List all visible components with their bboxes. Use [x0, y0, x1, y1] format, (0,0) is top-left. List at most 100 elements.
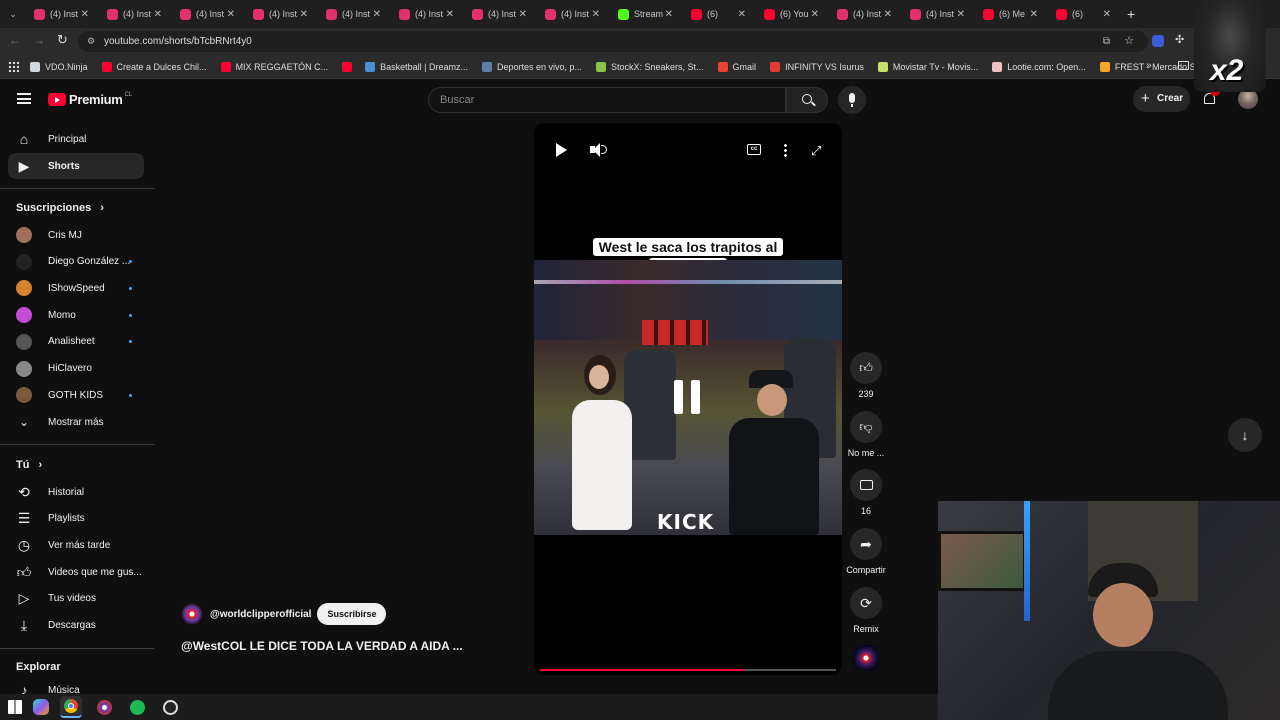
- bookmark-item[interactable]: Movistar Tv - Movis...: [877, 61, 978, 72]
- bookmark-item[interactable]: INFINITY VS Isurus: [770, 61, 864, 72]
- forward-icon[interactable]: →: [33, 33, 45, 47]
- sidebar-subscription-item[interactable]: Cris MJ: [8, 222, 144, 248]
- subscriptions-heading[interactable]: Suscripciones ›: [16, 202, 104, 214]
- close-icon[interactable]: ✕: [957, 9, 965, 20]
- back-icon[interactable]: ←: [9, 33, 21, 47]
- pause-icon[interactable]: [674, 380, 704, 414]
- extension-icon[interactable]: [1152, 35, 1164, 47]
- sidebar-item-video[interactable]: ▷ Tus videos: [8, 586, 144, 612]
- browser-tab[interactable]: (4) Inst ✕: [245, 0, 318, 28]
- short-title[interactable]: @WestCOL LE DICE TODA LA VERDAD A AIDA .…: [181, 639, 463, 653]
- spotify-icon[interactable]: [126, 696, 148, 718]
- app-icon[interactable]: [93, 696, 115, 718]
- channel-thumbnail[interactable]: [853, 645, 879, 671]
- sidebar-subscription-item[interactable]: IShowSpeed: [8, 275, 144, 301]
- address-bar[interactable]: ⚙ youtube.com/shorts/bTcbRNrt4y0 ⧉ ☆: [78, 31, 1148, 52]
- you-heading[interactable]: Tú ›: [16, 459, 42, 471]
- shorts-player[interactable]: cc ⤢ West le saca los trapitos al sol a …: [534, 123, 842, 675]
- like-button[interactable]: 👍︎ 239: [845, 352, 887, 399]
- bookmark-item[interactable]: MIX REGGAETÓN C...: [220, 61, 328, 72]
- close-icon[interactable]: ✕: [738, 9, 746, 20]
- new-tab-button[interactable]: +: [1127, 6, 1135, 22]
- bookmark-item[interactable]: FREST - Mercado Sa...: [1099, 61, 1208, 72]
- browser-tab[interactable]: (6) You ✕: [756, 0, 829, 28]
- menu-hamburger-icon[interactable]: [17, 93, 31, 104]
- remix-button[interactable]: ⟳ Remix: [845, 587, 887, 634]
- obs-icon[interactable]: [159, 696, 181, 718]
- close-icon[interactable]: ✕: [81, 9, 89, 20]
- close-icon[interactable]: ✕: [665, 9, 673, 20]
- browser-tab[interactable]: (6) Me ✕: [975, 0, 1048, 28]
- browser-tab[interactable]: (4) Inst ✕: [318, 0, 391, 28]
- search-button[interactable]: [786, 87, 828, 113]
- chrome-icon[interactable]: [60, 696, 82, 718]
- apps-grid-icon[interactable]: [8, 61, 19, 72]
- youtube-logo[interactable]: Premium CL: [48, 92, 132, 107]
- browser-tab[interactable]: (4) Inst ✕: [537, 0, 610, 28]
- close-icon[interactable]: ✕: [884, 9, 892, 20]
- bookmark-star-icon[interactable]: ☆: [1124, 31, 1134, 52]
- install-app-icon[interactable]: ⧉: [1103, 31, 1110, 52]
- reload-icon[interactable]: ↻: [57, 32, 68, 48]
- close-icon[interactable]: ✕: [300, 9, 308, 20]
- dislike-button[interactable]: 👎︎ No me ...: [845, 411, 887, 458]
- avatar[interactable]: [1238, 89, 1258, 109]
- close-icon[interactable]: ✕: [519, 9, 527, 20]
- sidebar-subscription-item[interactable]: HiClavero: [8, 356, 144, 382]
- sidebar-item-principal[interactable]: ⌂ Principal: [8, 126, 144, 152]
- browser-tab[interactable]: (6) ✕: [1048, 0, 1121, 28]
- copilot-icon[interactable]: [33, 699, 49, 715]
- play-button[interactable]: [556, 143, 567, 157]
- tab-list-chevron-icon[interactable]: ⌄: [0, 9, 26, 20]
- extensions-puzzle-icon[interactable]: ✣: [1175, 33, 1184, 46]
- close-icon[interactable]: ✕: [373, 9, 381, 20]
- bookmark-item[interactable]: Gmail: [717, 61, 756, 72]
- create-button[interactable]: + Crear: [1133, 86, 1190, 112]
- sidebar-subscription-item[interactable]: Analisheet: [8, 329, 144, 355]
- bookmark-item[interactable]: Lootie.com: Open...: [992, 61, 1086, 72]
- show-more-button[interactable]: ⌄ Mostrar más: [8, 409, 144, 435]
- close-icon[interactable]: ✕: [1030, 9, 1038, 20]
- sidebar-item-clock[interactable]: ◷ Ver más tarde: [8, 532, 144, 558]
- close-icon[interactable]: ✕: [154, 9, 162, 20]
- browser-tab[interactable]: (4) Inst ✕: [902, 0, 975, 28]
- bookmark-item[interactable]: Create a Dulces Chil...: [101, 61, 207, 72]
- captions-button[interactable]: cc: [747, 144, 761, 155]
- browser-tab[interactable]: (6) ✕: [683, 0, 756, 28]
- browser-tab[interactable]: (4) Inst ✕: [464, 0, 537, 28]
- close-icon[interactable]: ✕: [811, 9, 819, 20]
- browser-tab[interactable]: (4) Inst ✕: [99, 0, 172, 28]
- bookmarks-folder-icon[interactable]: [1178, 61, 1189, 70]
- sidebar-subscription-item[interactable]: Diego González ...: [8, 249, 144, 275]
- bookmark-item[interactable]: Basketball | Dreamz...: [365, 61, 468, 72]
- next-video-button[interactable]: ↓: [1228, 418, 1262, 452]
- close-icon[interactable]: ✕: [1103, 9, 1111, 20]
- close-icon[interactable]: ✕: [227, 9, 235, 20]
- browser-tab[interactable]: (4) Inst ✕: [391, 0, 464, 28]
- channel-name[interactable]: @worldclipperofficial: [210, 609, 311, 620]
- channel-avatar[interactable]: [181, 603, 203, 625]
- sidebar-subscription-item[interactable]: Momo: [8, 302, 144, 328]
- browser-tab[interactable]: (4) Inst ✕: [172, 0, 245, 28]
- close-icon[interactable]: ✕: [446, 9, 454, 20]
- sidebar-item-history[interactable]: ⟲ Historial: [8, 479, 144, 505]
- subscribe-button[interactable]: Suscribirse: [317, 603, 387, 625]
- close-icon[interactable]: ✕: [592, 9, 600, 20]
- notifications-button[interactable]: 6: [1202, 87, 1220, 107]
- volume-button[interactable]: [590, 142, 608, 158]
- fullscreen-button[interactable]: ⤢: [811, 143, 821, 159]
- sidebar-subscription-item[interactable]: GOTH KIDS: [8, 382, 144, 408]
- bookmark-item[interactable]: Deportes en vivo, p...: [481, 61, 582, 72]
- search-input[interactable]: Buscar: [428, 87, 786, 113]
- video-progress-bar[interactable]: [540, 669, 836, 671]
- sidebar-item-like[interactable]: 👍︎ Videos que me gus...: [8, 559, 144, 585]
- voice-search-button[interactable]: [838, 86, 866, 114]
- sidebar-item-download[interactable]: ⤓ Descargas: [8, 613, 144, 639]
- bookmark-item[interactable]: VDO.Ninja: [30, 61, 88, 72]
- browser-tab[interactable]: (4) Inst ✕: [829, 0, 902, 28]
- windows-start-icon[interactable]: [8, 700, 22, 714]
- more-bookmarks-icon[interactable]: »: [1146, 60, 1152, 71]
- sidebar-item-shorts[interactable]: ▶ Shorts: [8, 153, 144, 179]
- bookmark-item[interactable]: [342, 61, 357, 72]
- share-button[interactable]: ➦ Compartir: [845, 528, 887, 575]
